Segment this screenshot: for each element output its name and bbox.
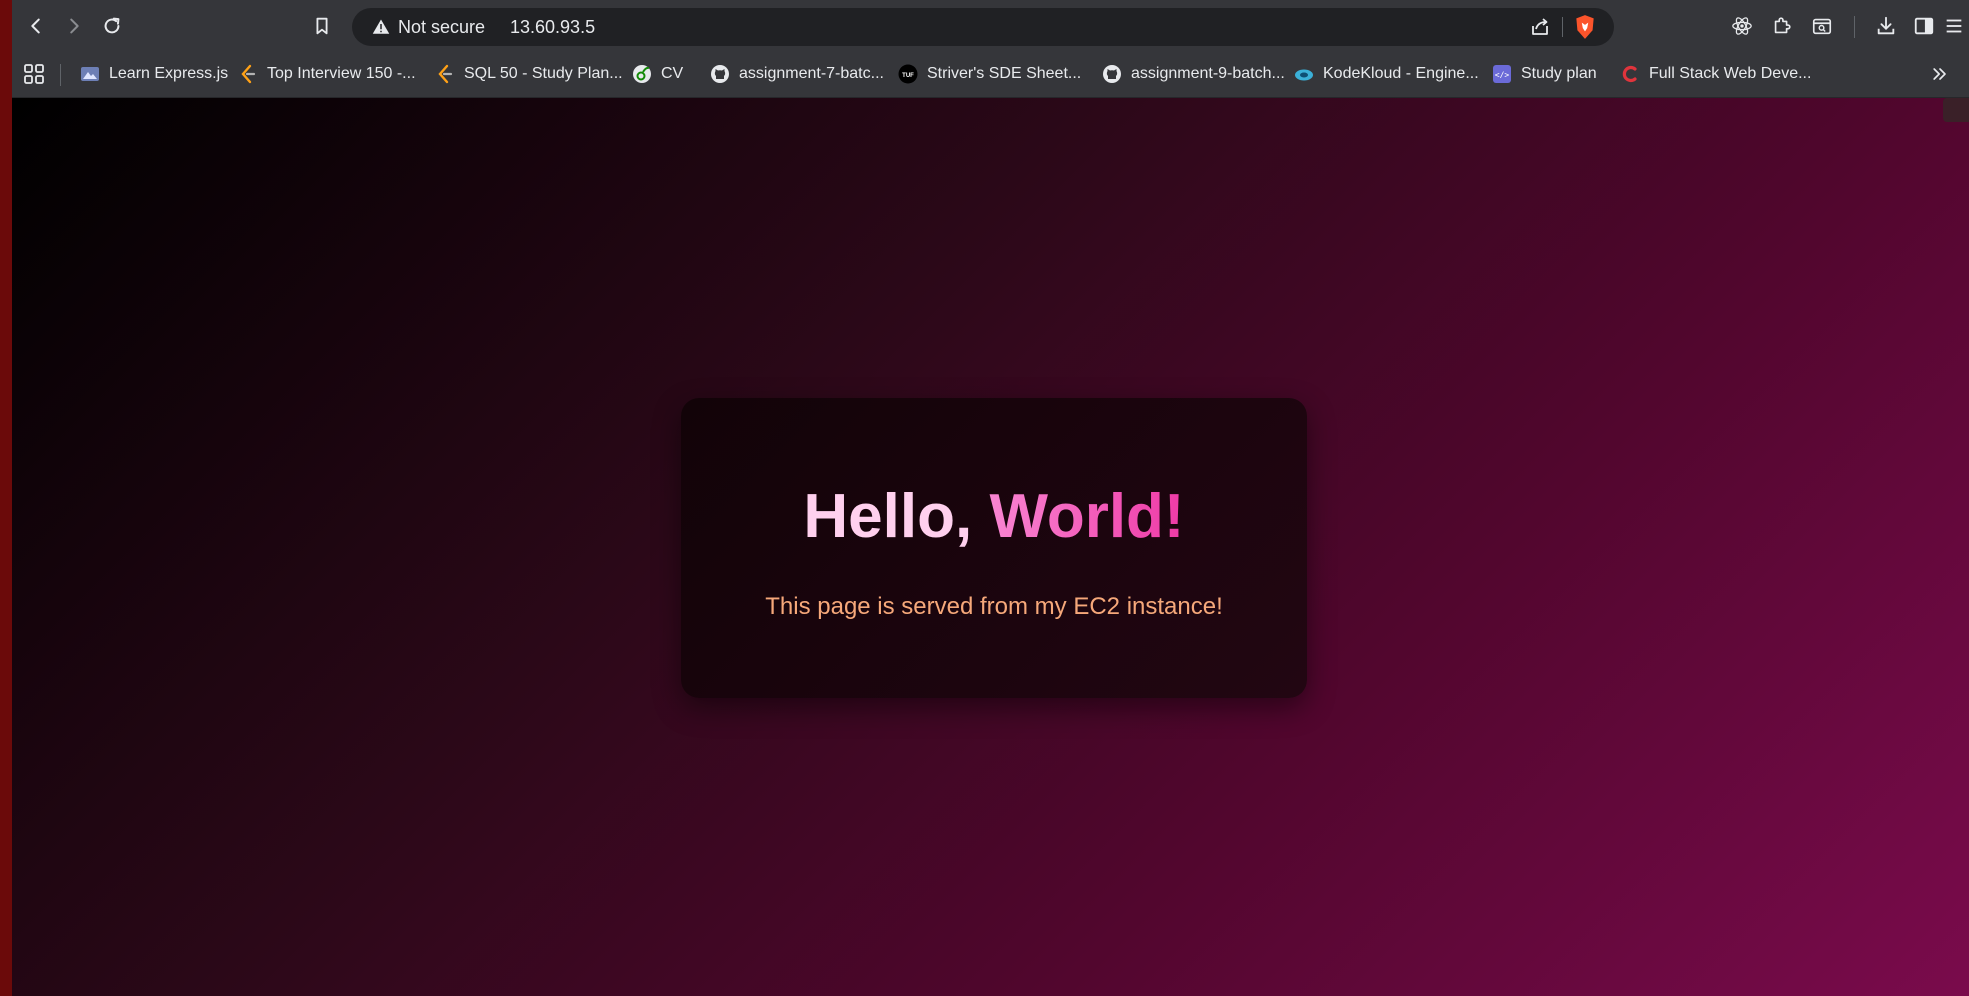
back-arrow-icon — [31, 18, 40, 34]
extensions-button[interactable] — [1766, 10, 1798, 42]
greeting-word-2: World! — [989, 482, 1185, 551]
chevron-double-right-icon — [1933, 68, 1946, 80]
security-indicator[interactable]: Not secure — [372, 8, 485, 46]
react-devtools-button[interactable] — [1726, 10, 1758, 42]
bookmark-label: Top Interview 150 -... — [267, 65, 416, 82]
tuf-favicon-icon: TUF — [898, 64, 918, 84]
browser-toolbar: Not secure 13.60.93.5 — [12, 0, 1969, 52]
warning-icon — [372, 19, 390, 34]
bookmark-cv[interactable]: CV — [632, 59, 683, 89]
overleaf-favicon-icon — [632, 64, 652, 84]
bookmarks-bar: Learn Express.js Top Interview 150 -... … — [12, 52, 1969, 98]
code-favicon-icon: </> — [1492, 64, 1512, 84]
url-text[interactable]: 13.60.93.5 — [510, 8, 595, 46]
kodekloud-favicon-icon — [1294, 64, 1314, 84]
sidebar-toggle-button[interactable] — [1908, 10, 1940, 42]
page-title: Hello, World! — [681, 486, 1307, 548]
bookmark-label: SQL 50 - Study Plan... — [464, 65, 623, 82]
page-subtitle: This page is served from my EC2 instance… — [765, 593, 1223, 620]
bookmark-assignment-7[interactable]: assignment-7-batc... — [710, 59, 884, 89]
hamburger-menu-icon — [1946, 19, 1962, 33]
reload-button[interactable] — [96, 10, 128, 42]
bookmark-page-button[interactable] — [306, 10, 338, 42]
bookmark-study-plan[interactable]: </> Study plan — [1492, 59, 1597, 89]
tab-search-icon — [1812, 18, 1832, 35]
bookmark-striver-sde[interactable]: TUF Striver's SDE Sheet... — [898, 59, 1081, 89]
apps-grid-icon — [24, 64, 44, 84]
bookmark-label: assignment-7-batc... — [739, 65, 884, 82]
bookmark-full-stack[interactable]: Full Stack Web Deve... — [1620, 59, 1811, 89]
c-favicon-icon — [1620, 64, 1640, 84]
browser-window: Not secure 13.60.93.5 Learn Express.js T… — [12, 0, 1969, 996]
express-favicon-icon — [80, 64, 100, 84]
bookmark-label: CV — [661, 65, 684, 82]
brave-shields-icon[interactable] — [1572, 14, 1598, 40]
forward-button[interactable] — [58, 10, 90, 42]
bookmarks-divider — [60, 64, 61, 86]
puzzle-icon — [1774, 17, 1791, 34]
apps-button[interactable] — [20, 60, 48, 88]
bookmark-label: Full Stack Web Deve... — [1649, 65, 1812, 82]
back-button[interactable] — [20, 10, 52, 42]
github-favicon-icon — [710, 64, 730, 84]
forward-arrow-icon — [70, 18, 79, 34]
bookmark-label: Study plan — [1521, 65, 1597, 82]
downloads-button[interactable] — [1870, 10, 1902, 42]
omnibox-divider — [1562, 17, 1563, 37]
share-icon[interactable] — [1528, 15, 1552, 39]
bookmark-icon — [316, 17, 328, 35]
tab-search-button[interactable] — [1806, 10, 1838, 42]
reload-icon — [104, 17, 120, 34]
bookmark-assignment-9[interactable]: assignment-9-batch... — [1102, 59, 1285, 89]
side-panel-tab[interactable] — [1943, 98, 1969, 122]
leetcode-favicon-icon — [238, 64, 258, 84]
download-icon — [1877, 16, 1895, 35]
toolbar-divider — [1854, 16, 1855, 38]
svg-text:</>: </> — [1495, 71, 1510, 80]
page-viewport: Hello, World! This page is served from m… — [12, 98, 1969, 996]
more-bookmarks-button[interactable] — [1926, 60, 1954, 88]
menu-button[interactable] — [1938, 10, 1969, 42]
bookmark-label: Learn Express.js — [109, 65, 229, 82]
github-favicon-icon — [1102, 64, 1122, 84]
security-label: Not secure — [398, 16, 486, 37]
bookmark-learn-express[interactable]: Learn Express.js — [80, 59, 228, 89]
hello-card: Hello, World! This page is served from m… — [681, 398, 1307, 698]
sidebar-icon — [1914, 17, 1934, 35]
leetcode-favicon-icon — [435, 64, 455, 84]
greeting-word-1: Hello, — [803, 482, 973, 551]
bookmark-label: Striver's SDE Sheet... — [927, 65, 1082, 82]
bookmark-label: assignment-9-batch... — [1131, 65, 1285, 82]
bookmark-top-interview[interactable]: Top Interview 150 -... — [238, 59, 416, 89]
bookmark-kodekloud[interactable]: KodeKloud - Engine... — [1294, 59, 1479, 89]
bookmark-label: KodeKloud - Engine... — [1323, 65, 1479, 82]
address-bar[interactable]: Not secure 13.60.93.5 — [352, 8, 1614, 46]
react-icon — [1732, 17, 1752, 35]
bookmark-sql-50[interactable]: SQL 50 - Study Plan... — [435, 59, 623, 89]
svg-text:TUF: TUF — [902, 73, 914, 79]
